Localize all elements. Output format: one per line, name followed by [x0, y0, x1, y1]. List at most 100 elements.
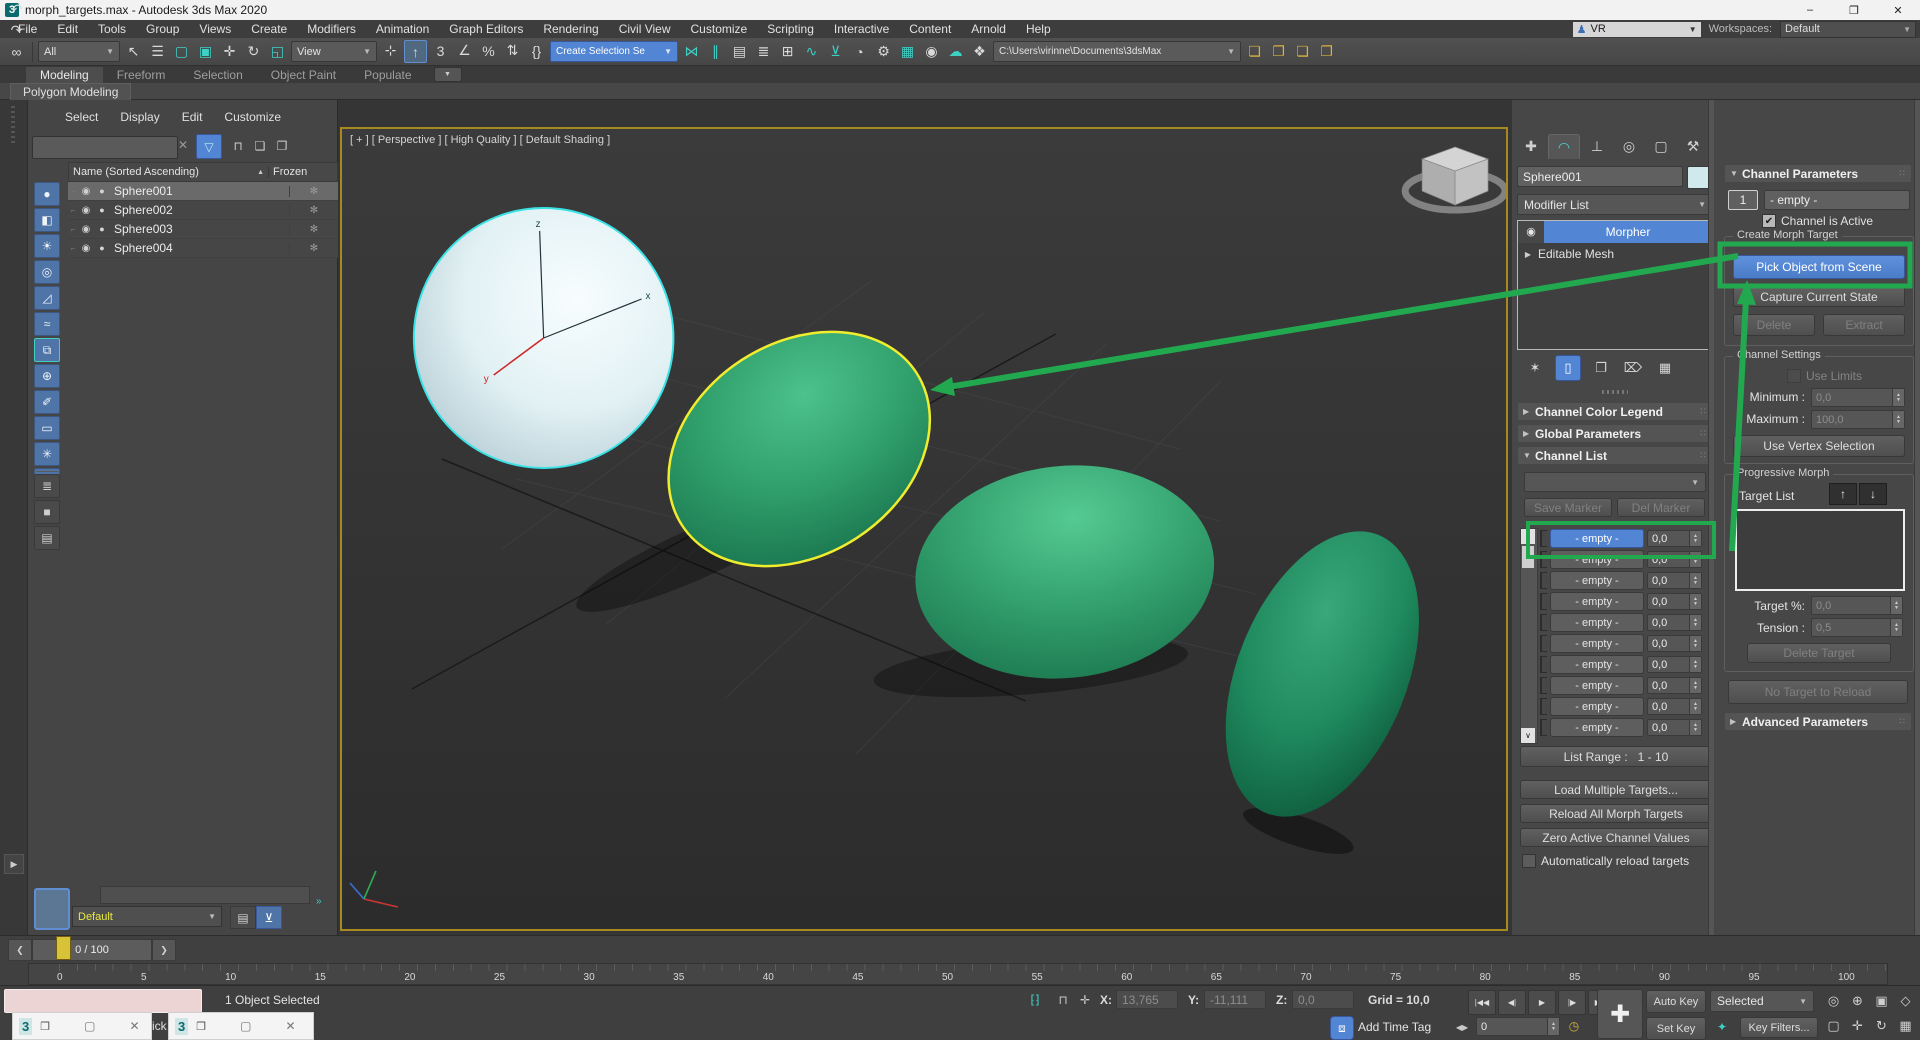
- menu-item[interactable]: Graph Editors: [439, 22, 533, 36]
- sign-in-dropdown[interactable]: ♟ VR▼: [1573, 22, 1701, 37]
- clear-search-icon[interactable]: ✕: [178, 138, 188, 152]
- object-name[interactable]: Sphere003: [110, 222, 289, 236]
- scene-object-row[interactable]: ⌐ ◉ ● Sphere004 ✻: [68, 239, 338, 258]
- z-coordinate-field[interactable]: 0,0: [1292, 990, 1354, 1009]
- display-containers-icon[interactable]: ▭: [34, 416, 60, 440]
- set-key-button[interactable]: Set Key: [1646, 1017, 1706, 1040]
- frozen-toggle-icon[interactable]: ✻: [289, 205, 338, 216]
- utilities-tab[interactable]: ⚒: [1678, 134, 1708, 158]
- material-swatch[interactable]: [34, 888, 70, 930]
- pick-container-icon[interactable]: ❏: [250, 136, 270, 156]
- morph-channel-row[interactable]: - empty - 0,0▲▼: [1540, 591, 1712, 612]
- expand-icon[interactable]: ▶: [1518, 250, 1538, 259]
- visibility-eye-icon[interactable]: ◉: [78, 224, 94, 235]
- reference-coordinate-dropdown[interactable]: View▼: [291, 41, 377, 62]
- named-selection-dropdown[interactable]: Create Selection Se▼: [550, 41, 678, 62]
- channel-button[interactable]: - empty -: [1550, 550, 1644, 569]
- selection-lock-icon[interactable]: ⊓: [1053, 990, 1073, 1010]
- rollout-global-parameters[interactable]: ▶Global Parameters∷: [1517, 424, 1713, 443]
- key-filters-button[interactable]: Key Filters...: [1740, 1017, 1818, 1038]
- channel-value-spinner[interactable]: 0,0▲▼: [1647, 551, 1702, 568]
- visibility-eye-icon[interactable]: ◉: [78, 243, 94, 254]
- menu-item[interactable]: Group: [136, 22, 189, 36]
- explorer-menu-item[interactable]: Edit: [173, 110, 212, 124]
- object-name[interactable]: Sphere001: [110, 184, 289, 198]
- morph-channel-row[interactable]: - empty - 0,0▲▼: [1540, 654, 1712, 675]
- render-dot-icon[interactable]: ●: [94, 186, 110, 196]
- ribbon-tab[interactable]: Modeling: [26, 67, 103, 83]
- channel-button[interactable]: - empty -: [1550, 613, 1644, 632]
- close-window-icon[interactable]: ✕: [129, 1019, 139, 1033]
- modifier-eye-icon[interactable]: ◉: [1518, 221, 1544, 243]
- menu-item[interactable]: Animation: [366, 22, 439, 36]
- select-by-name-icon[interactable]: ☰: [147, 41, 168, 62]
- use-limits-checkbox[interactable]: [1787, 369, 1801, 383]
- channel-button[interactable]: - empty -: [1550, 634, 1644, 653]
- del-marker-button[interactable]: Del Marker: [1617, 498, 1705, 517]
- zoom-region-icon[interactable]: ▢: [1822, 1014, 1845, 1038]
- target-listbox[interactable]: [1735, 509, 1905, 591]
- rectangular-selection-region-icon[interactable]: ▢: [171, 41, 192, 62]
- close-window-icon[interactable]: ✕: [285, 1019, 295, 1033]
- channel-value-spinner[interactable]: 0,0▲▼: [1647, 593, 1702, 610]
- ribbon-tab[interactable]: Object Paint: [257, 67, 350, 83]
- previous-frame-nav[interactable]: ❮: [8, 939, 32, 961]
- morph-channel-row[interactable]: - empty - 0,0▲▼: [1540, 675, 1712, 696]
- field-of-view-icon[interactable]: ◇: [1894, 989, 1917, 1013]
- menu-item[interactable]: Modifiers: [297, 22, 366, 36]
- maximum-spinner[interactable]: 100,0▲▼: [1811, 410, 1905, 429]
- channel-button[interactable]: - empty -: [1550, 718, 1644, 737]
- view-cube[interactable]: [1405, 147, 1505, 210]
- reload-all-morph-targets-button[interactable]: Reload All Morph Targets: [1520, 804, 1712, 823]
- polygon-modeling-tab[interactable]: Polygon Modeling: [10, 83, 131, 100]
- delete-button[interactable]: Delete: [1733, 314, 1815, 336]
- stack-item-editable-mesh[interactable]: ▶ Editable Mesh: [1518, 243, 1712, 265]
- menu-item[interactable]: Scripting: [757, 22, 824, 36]
- schematic-view-icon[interactable]: ⊻: [825, 41, 846, 62]
- rollout-channel-list[interactable]: ▼Channel List∷: [1517, 446, 1713, 465]
- show-end-result-icon[interactable]: ▯: [1555, 355, 1581, 381]
- tension-spinner[interactable]: 0,5▲▼: [1811, 618, 1903, 637]
- more-tools-label[interactable]: »: [316, 896, 322, 907]
- project-path-dropdown[interactable]: C:\Users\virinne\Documents\3dsMax▼: [993, 41, 1241, 62]
- viewport-label[interactable]: [ + ] [ Perspective ] [ High Quality ] […: [350, 134, 610, 146]
- select-and-rotate-icon[interactable]: ↻: [243, 41, 264, 62]
- taskbar-window-1[interactable]: 3 ❐ ▢ ✕: [12, 1012, 152, 1040]
- lock-icon[interactable]: ⊓: [228, 136, 248, 156]
- channel-button[interactable]: - empty -: [1550, 592, 1644, 611]
- menu-item[interactable]: Civil View: [609, 22, 681, 36]
- channel-value-spinner[interactable]: 0,0▲▼: [1647, 719, 1702, 736]
- select-and-scale-icon[interactable]: ◱: [267, 41, 288, 62]
- zoom-all-icon[interactable]: ⊕: [1846, 989, 1869, 1013]
- load-multiple-targets-button[interactable]: Load Multiple Targets...: [1520, 780, 1712, 799]
- channel-button[interactable]: - empty -: [1550, 676, 1644, 695]
- motion-tab[interactable]: ◎: [1614, 134, 1644, 158]
- rollout-channel-color-legend[interactable]: ▶Channel Color Legend∷: [1517, 402, 1713, 421]
- edit-named-selection-sets-icon[interactable]: {}: [526, 40, 547, 61]
- pin-stack-icon[interactable]: ✶: [1523, 356, 1547, 380]
- display-space-warps-icon[interactable]: ≈: [34, 312, 60, 336]
- render-production-icon[interactable]: ◉: [921, 41, 942, 62]
- selection-filter-dropdown[interactable]: All▼: [38, 41, 120, 62]
- channel-scrollbar[interactable]: ∧ ∨: [1520, 528, 1538, 744]
- morph-channel-row[interactable]: - empty - 0,0▲▼: [1540, 612, 1712, 633]
- pan-icon[interactable]: ✛: [1846, 1014, 1869, 1038]
- scene-object-row[interactable]: ⌐ ◉ ● Sphere002 ✻: [68, 201, 338, 220]
- zoom-extents-icon[interactable]: ▣: [1870, 989, 1893, 1013]
- next-frame-button[interactable]: |▶: [1558, 990, 1586, 1015]
- time-configuration-icon[interactable]: ◷: [1564, 1016, 1584, 1036]
- zero-active-channel-values-button[interactable]: Zero Active Channel Values: [1520, 828, 1712, 847]
- maximize-window-icon[interactable]: ▢: [240, 1019, 251, 1033]
- previous-frame-button[interactable]: ◀|: [1498, 990, 1526, 1015]
- ribbon-options-dropdown[interactable]: ▼: [434, 67, 462, 82]
- channel-value-spinner[interactable]: 0,0▲▼: [1647, 572, 1702, 589]
- toggle-scene-explorer-icon[interactable]: ▤: [729, 41, 750, 62]
- hierarchy-tab[interactable]: ⊥: [1582, 134, 1612, 158]
- expand-panel-button[interactable]: ▶: [4, 854, 24, 874]
- menu-item[interactable]: Create: [241, 22, 297, 36]
- no-target-to-reload-button[interactable]: No Target to Reload: [1728, 680, 1908, 704]
- morph-channel-row[interactable]: - empty - 0,0▲▼: [1540, 633, 1712, 654]
- channel-value-spinner[interactable]: 0,0▲▼: [1647, 677, 1702, 694]
- delete-target-button[interactable]: Delete Target: [1747, 643, 1891, 663]
- taskbar-window-2[interactable]: 3 ❐ ▢ ✕: [168, 1012, 314, 1040]
